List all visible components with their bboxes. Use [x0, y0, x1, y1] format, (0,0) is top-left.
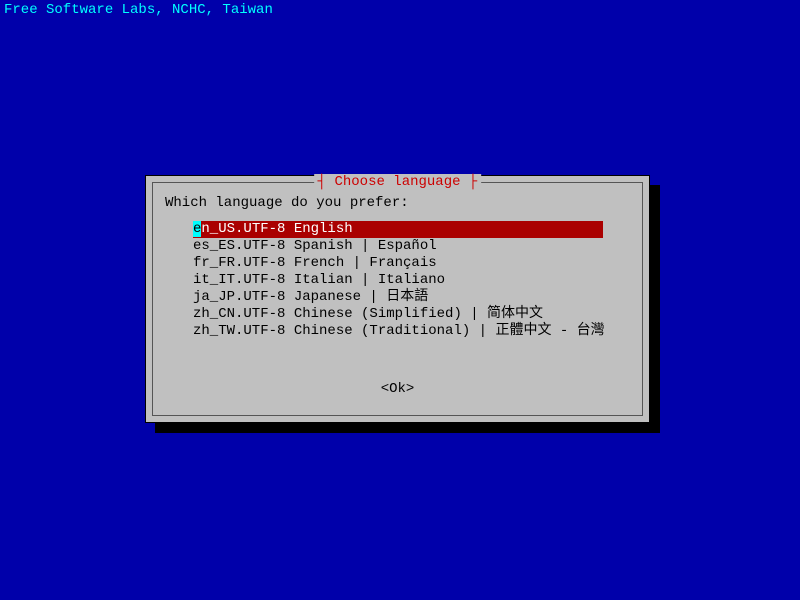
dialog-border: ┤ Choose language ├ Which language do yo… [152, 182, 643, 416]
language-option[interactable]: ja_JP.UTF-8 Japanese | 日本語 [193, 289, 622, 306]
language-option[interactable]: it_IT.UTF-8 Italian | Italiano [193, 272, 622, 289]
language-option[interactable]: fr_FR.UTF-8 French | Français [193, 255, 622, 272]
language-option[interactable]: es_ES.UTF-8 Spanish | Español [193, 238, 622, 255]
dialog-prompt: Which language do you prefer: [165, 195, 409, 211]
header-org: Free Software Labs, NCHC, Taiwan [0, 0, 800, 20]
dialog-title: ┤ Choose language ├ [314, 174, 482, 190]
ok-button[interactable]: <Ok> [381, 381, 415, 397]
language-option[interactable]: zh_TW.UTF-8 Chinese (Traditional) | 正體中文… [193, 323, 622, 340]
language-option[interactable]: en_US.UTF-8 English [193, 221, 603, 238]
language-option[interactable]: zh_CN.UTF-8 Chinese (Simplified) | 简体中文 [193, 306, 622, 323]
language-dialog: ┤ Choose language ├ Which language do yo… [145, 175, 650, 423]
language-list: en_US.UTF-8 Englishes_ES.UTF-8 Spanish |… [193, 221, 622, 340]
